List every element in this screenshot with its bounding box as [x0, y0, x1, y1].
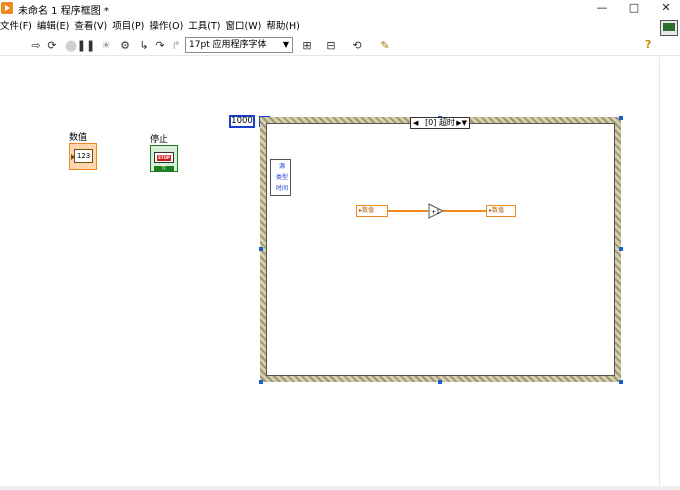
resize-handle[interactable] — [259, 380, 263, 384]
close-button[interactable]: ✕ — [652, 0, 680, 16]
context-help-icon[interactable]: ? — [645, 38, 651, 51]
numeric-wire[interactable] — [443, 210, 487, 212]
event-case-selector[interactable]: ◀ [0] 超时 ▶▼ — [410, 117, 470, 129]
font-dropdown-value: 17pt 应用程序字体 — [189, 40, 267, 50]
stop-button-frame: STOP — [154, 152, 174, 163]
numeric-label: 数值 — [69, 133, 88, 143]
highlight-execution-icon[interactable]: ☀ — [100, 37, 112, 53]
align-objects-icon[interactable]: ⊞ — [298, 37, 316, 53]
increment-node[interactable]: +1 — [428, 203, 444, 219]
resize-handle[interactable] — [619, 116, 623, 120]
minimize-button[interactable]: — — [588, 0, 616, 16]
block-diagram-canvas[interactable]: 数值 123 停止 STOP TF 1000 ◀ [0] 超时 ▶▼ 源 类型 … — [0, 57, 659, 486]
event-data-node[interactable]: 源 类型 时间 — [270, 159, 291, 196]
timeout-constant[interactable]: 1000 — [229, 115, 255, 128]
font-dropdown[interactable]: 17pt 应用程序字体 ▼ — [185, 37, 293, 53]
vi-icon[interactable] — [660, 20, 678, 36]
event-data-source: 源 — [278, 163, 285, 170]
horizontal-scrollbar[interactable] — [0, 486, 680, 490]
menu-file[interactable]: 文件(F) — [0, 18, 37, 35]
stop-terminal[interactable]: STOP TF — [150, 145, 178, 172]
menu-bar: 文件(F) 编辑(E) 查看(V) 项目(P) 操作(O) 工具(T) 窗口(W… — [0, 18, 680, 35]
chevron-down-icon: ▼ — [282, 40, 289, 49]
numeric-wire[interactable] — [388, 210, 428, 212]
run-continuously-icon[interactable]: ⟳ — [45, 37, 59, 53]
title-bar: 未命名 1 程序框图 * — □ ✕ — [0, 0, 680, 18]
menu-project[interactable]: 项目(P) — [112, 18, 149, 35]
boolean-tf-badge: TF — [154, 166, 174, 171]
decrement-arrow-icon[interactable]: ◀ — [413, 118, 418, 128]
resize-handle[interactable] — [438, 380, 442, 384]
numeric-display: 123 — [74, 149, 93, 163]
labview-block-diagram-window: 未命名 1 程序框图 * — □ ✕ 文件(F) 编辑(E) 查看(V) 项目(… — [0, 0, 680, 490]
menu-help[interactable]: 帮助(H) — [266, 18, 305, 35]
distribute-objects-icon[interactable]: ⊟ — [322, 37, 340, 53]
maximize-button[interactable]: □ — [620, 0, 648, 16]
resize-handle[interactable] — [619, 247, 623, 251]
chevron-down-icon[interactable]: ▶▼ — [456, 118, 467, 128]
increment-symbol: +1 — [431, 209, 440, 216]
cleanup-diagram-icon[interactable]: ✎ — [376, 37, 394, 53]
window-title: 未命名 1 程序框图 * — [18, 6, 109, 17]
local-variable-read-label: 数值 — [362, 207, 375, 214]
stop-label: 停止 — [150, 135, 169, 145]
menu-tools[interactable]: 工具(T) — [188, 18, 225, 35]
vertical-scrollbar[interactable] — [659, 57, 680, 487]
stop-button-text: STOP — [157, 155, 171, 161]
reorder-icon[interactable]: ⟲ — [348, 37, 366, 53]
step-into-icon[interactable]: ↳ — [137, 37, 151, 53]
local-variable-write[interactable]: ▸数值 — [486, 205, 516, 217]
numeric-terminal[interactable]: 123 — [69, 143, 97, 170]
run-arrow-icon[interactable]: ⇨ — [30, 37, 42, 53]
event-data-type: 类型 — [275, 174, 288, 181]
menu-operate[interactable]: 操作(O) — [149, 18, 188, 35]
pause-icon[interactable]: ❚❚ — [77, 37, 95, 53]
menu-view[interactable]: 查看(V) — [74, 18, 112, 35]
menu-window[interactable]: 窗口(W) — [226, 18, 267, 35]
resize-handle[interactable] — [619, 380, 623, 384]
menu-edit[interactable]: 编辑(E) — [37, 18, 74, 35]
retain-wire-values-icon[interactable]: ⚙ — [117, 37, 133, 53]
local-variable-read[interactable]: ▸数值 — [356, 205, 388, 217]
step-out-icon[interactable]: ↱ — [169, 37, 183, 53]
case-selector-label: [0] 超时 — [425, 118, 455, 127]
toolbar: ⇨ ⟳ ⬤ ❚❚ ☀ ⚙ ↳ ↷ ↱ 17pt 应用程序字体 ▼ ⊞ ⊟ ⟲ ✎… — [0, 35, 680, 56]
step-over-icon[interactable]: ↷ — [153, 37, 167, 53]
local-variable-write-label: 数值 — [492, 207, 505, 214]
labview-app-icon — [1, 2, 13, 14]
resize-handle[interactable] — [259, 247, 263, 251]
event-structure-subdiagram[interactable] — [266, 123, 615, 376]
event-data-time: 时间 — [275, 185, 288, 192]
